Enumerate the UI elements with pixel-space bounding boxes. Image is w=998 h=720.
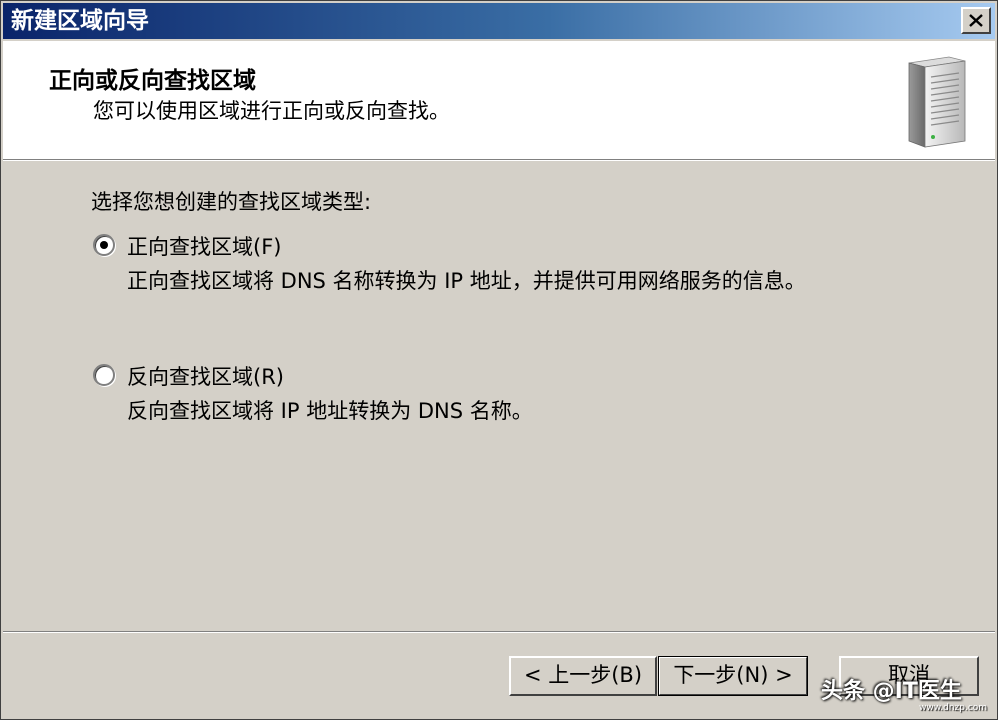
server-icon — [908, 56, 966, 148]
forward-lookup-zone-description: 正向查找区域将 DNS 名称转换为 IP 地址，并提供可用网络服务的信息。 — [127, 269, 806, 293]
header-divider — [3, 160, 995, 161]
forward-lookup-zone-label[interactable]: 正向查找区域(F) — [127, 231, 281, 261]
page-title: 正向或反向查找区域 — [49, 68, 256, 94]
reverse-lookup-zone-label[interactable]: 反向查找区域(R) — [127, 361, 284, 391]
next-button[interactable]: 下一步(N) > — [658, 656, 808, 696]
back-button[interactable]: < 上一步(B) — [509, 656, 657, 696]
window-title: 新建区域向导 — [11, 8, 149, 34]
footer-divider-highlight — [3, 632, 995, 633]
watermark-url: www.dnzp.com — [919, 703, 988, 713]
close-icon — [969, 14, 983, 27]
reverse-lookup-zone-description: 反向查找区域将 IP 地址转换为 DNS 名称。 — [127, 399, 533, 423]
page-subtitle: 您可以使用区域进行正向或反向查找。 — [93, 99, 450, 123]
reverse-lookup-zone-radio[interactable] — [93, 364, 115, 386]
title-bar[interactable]: 新建区域向导 — [3, 3, 995, 39]
radio-selected-dot — [100, 241, 108, 249]
close-button[interactable] — [961, 7, 991, 34]
zone-type-prompt: 选择您想创建的查找区域类型: — [91, 190, 372, 214]
new-zone-wizard-window: 新建区域向导 正向或反向查找区域 您可以使用区域进行正向或反向查找。 选择您想创… — [0, 0, 998, 720]
watermark-text: 头条 @IT医生 — [821, 679, 962, 704]
wizard-header: 正向或反向查找区域 您可以使用区域进行正向或反向查找。 — [3, 41, 995, 160]
forward-lookup-zone-radio[interactable] — [93, 234, 115, 256]
